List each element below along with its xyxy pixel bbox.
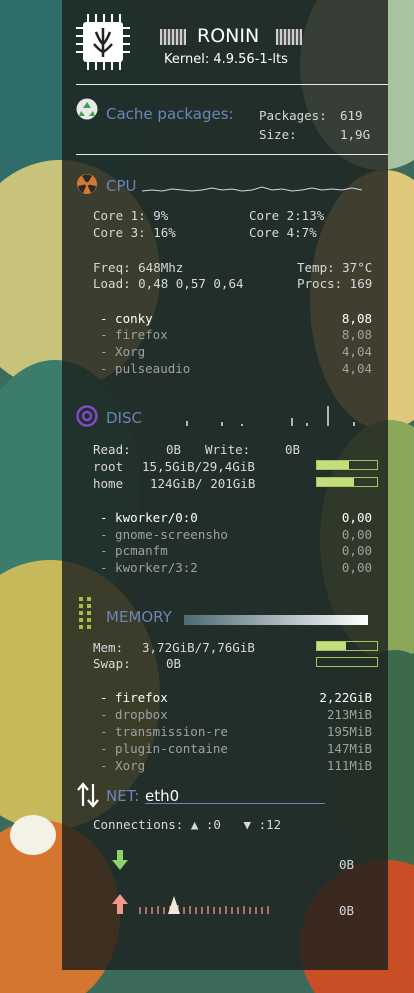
list-item: - dropbox [100,707,168,722]
list-item-value: 0,00 [341,527,372,542]
cpu-freq: Freq: 648Mhz [93,260,184,275]
core-1: Core 1: 9% [93,208,169,223]
list-item-value: 4,04 [341,361,372,376]
cpu-graph [142,186,362,192]
hostname: RONIN [197,25,260,47]
list-item: - conky [100,311,153,326]
recycle-icon [76,98,98,120]
up-arrow-icon [112,894,128,914]
cpu-procs: Procs: 169 [297,276,373,291]
core-4: Core 4:7% [249,225,317,240]
list-item: - transmission-re [100,724,228,739]
list-item: - pcmanfm [100,543,168,558]
memory-title: MEMORY [106,608,172,626]
down-arrow-icon [112,850,128,870]
swap-label: Swap: [93,656,131,671]
conky-panel: RONIN Kernel: 4.9.56-1-lts Cache package… [62,0,388,970]
list-item-value: 4,04 [341,344,372,359]
fs-root-mount: root [93,459,124,474]
stripe-block-right [276,29,302,45]
mem-value: 3,72GiB/7,76GiB [142,640,255,655]
list-item-value: 147MiB [326,741,372,756]
fs-home-mount: home [93,476,124,491]
list-item-value: 111MiB [326,758,372,773]
net-underline [145,803,325,804]
memory-dots-icon [79,597,91,629]
mem-bar [316,641,378,651]
list-item-value: 8,08 [341,327,372,342]
cache-title: Cache packages: [106,105,234,123]
cpu-title: CPU [106,177,137,195]
mem-label: Mem: [93,640,124,655]
divider [76,84,388,85]
list-item: - Xorg [100,344,146,359]
list-item-value: 0,00 [341,543,372,558]
list-item-value: 2,22GiB [319,690,372,705]
core-3: Core 3: 16% [93,225,176,240]
list-item: - kworker/0:0 [100,510,198,525]
cpu-temp: Temp: 37°C [297,260,373,275]
stripe-block-left [160,29,186,45]
fs-root-bar [316,460,378,470]
memory-gradient-bar [184,615,368,625]
list-item-value: 195MiB [326,724,372,739]
disc-icon [76,405,98,427]
net-up-graph [139,896,269,914]
list-item: - pulseaudio [100,361,191,376]
write-value: 0B [285,442,301,457]
up-down-arrows-icon [77,782,99,808]
packages-value: 619 [340,108,363,123]
write-label: Write: [205,442,251,457]
list-item-value: 213MiB [326,707,372,722]
list-item-value: 0,00 [341,510,372,525]
chip-logo-icon [76,14,130,70]
radiation-icon [77,174,97,194]
disc-title: DISC [106,409,142,427]
list-item: - firefox [100,690,168,705]
fs-home-usage: 124GiB/ 201GiB [150,476,256,491]
swap-value: 0B [166,656,182,671]
list-item-value: 8,08 [341,311,372,326]
disc-graph [186,406,355,426]
fs-root-usage: 15,5GiB/29,4GiB [142,459,255,474]
packages-label: Packages: [259,108,327,123]
list-item: - firefox [100,327,168,342]
read-value: 0B [166,442,182,457]
net-title: NET: [106,787,140,805]
list-item: - Xorg [100,758,146,773]
size-label: Size: [259,127,297,142]
kernel-version: Kernel: 4.9.56-1-lts [164,52,288,67]
cpu-load: Load: 0,48 0,57 0,64 [93,276,244,291]
list-item: - kworker/3:2 [100,560,198,575]
fs-home-bar [316,477,378,487]
net-connections: Connections: ▲ :0 ▼ :12 [93,817,282,832]
list-item: - plugin-containe [100,741,228,756]
read-label: Read: [93,442,131,457]
size-value: 1,9G [340,127,371,142]
net-up-value: 0B [339,903,355,918]
divider [76,154,388,155]
list-item-value: 0,00 [341,560,372,575]
list-item: - gnome-screensho [100,527,228,542]
core-2: Core 2:13% [249,208,325,223]
swap-bar [316,657,378,667]
net-down-value: 0B [339,857,355,872]
